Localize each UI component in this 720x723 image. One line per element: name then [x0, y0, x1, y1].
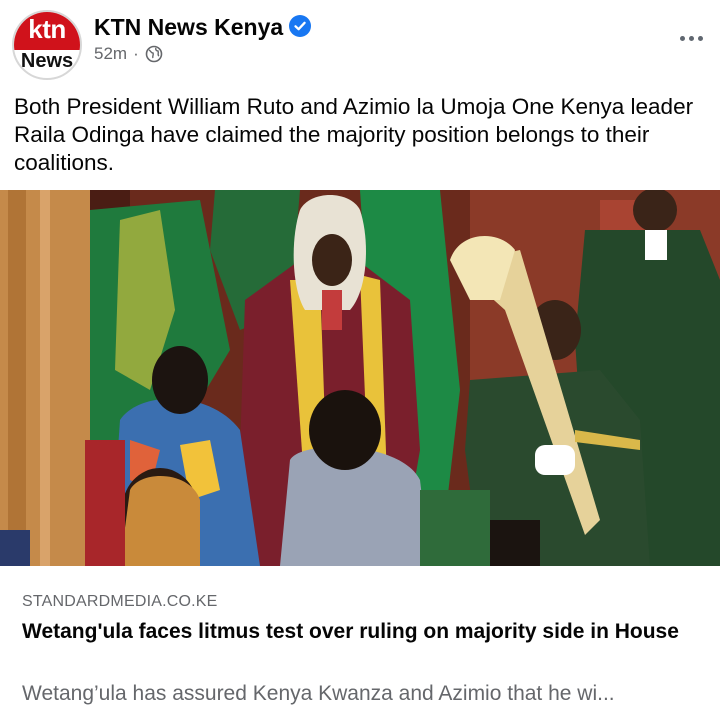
more-dot	[679, 35, 685, 41]
parliament-photo-illustration	[0, 190, 720, 566]
post-header: ktn News KTN News Kenya 52m ·	[0, 0, 720, 88]
link-title[interactable]: Wetang'ula faces litmus test over ruling…	[22, 616, 682, 647]
page-name-link[interactable]: KTN News Kenya	[94, 14, 283, 40]
globe-icon	[145, 45, 163, 63]
post-timestamp[interactable]: 52m	[94, 44, 127, 64]
more-dot	[697, 35, 703, 41]
verified-badge-icon	[289, 15, 312, 37]
post-photo[interactable]	[0, 190, 720, 566]
avatar-ktn-text: ktn	[28, 14, 66, 44]
post-meta: 52m ·	[94, 44, 163, 64]
avatar-news-text: News	[20, 50, 74, 72]
link-description: Wetang’ula has assured Kenya Kwanza and …	[22, 682, 615, 705]
post-text: Both President William Ruto and Azimio l…	[14, 94, 694, 175]
meta-separator: ·	[133, 44, 139, 63]
link-domain: STANDARDMEDIA.CO.KE	[22, 593, 218, 610]
more-dot	[688, 35, 694, 41]
more-options-icon[interactable]	[676, 28, 706, 48]
link-preview[interactable]: STANDARDMEDIA.CO.KE Wetang'ula faces lit…	[0, 566, 720, 723]
page-name-line: KTN News Kenya	[94, 14, 312, 41]
page-avatar[interactable]: ktn News	[12, 10, 82, 80]
